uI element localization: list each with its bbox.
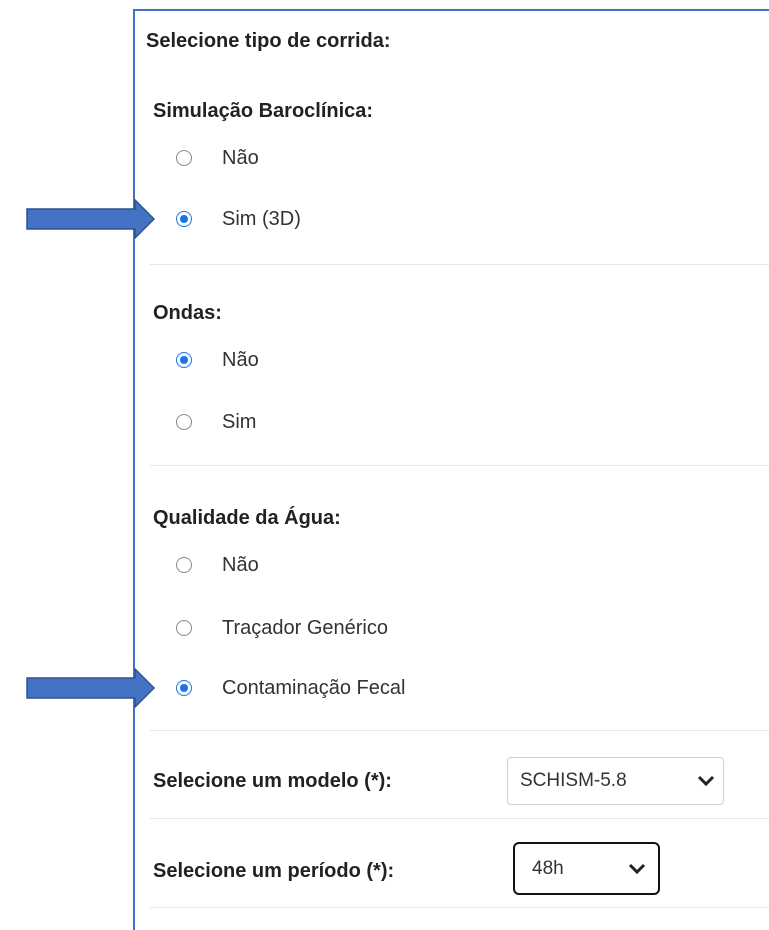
page-title: Selecione tipo de corrida: bbox=[146, 30, 391, 52]
radio-button[interactable] bbox=[176, 557, 192, 573]
divider bbox=[150, 730, 769, 731]
radio-button[interactable] bbox=[176, 620, 192, 636]
baroclinic-title: Simulação Baroclínica: bbox=[153, 100, 374, 122]
radio-label: Não bbox=[222, 554, 259, 576]
waves-title: Ondas: bbox=[153, 302, 222, 324]
divider bbox=[150, 264, 769, 265]
radio-button[interactable] bbox=[176, 211, 192, 227]
model-select[interactable]: SCHISM-5.8 bbox=[507, 757, 724, 805]
right-arrow-icon bbox=[26, 199, 156, 239]
divider bbox=[150, 907, 769, 908]
radio-button[interactable] bbox=[176, 352, 192, 368]
divider bbox=[150, 465, 769, 466]
radio-label: Sim bbox=[222, 411, 257, 433]
chevron-down-icon bbox=[628, 863, 646, 874]
radio-label: Não bbox=[222, 147, 259, 169]
period-select[interactable]: 48h bbox=[513, 842, 660, 895]
divider bbox=[150, 818, 769, 819]
model-select-value: SCHISM-5.8 bbox=[520, 770, 627, 791]
right-arrow-icon bbox=[26, 668, 156, 708]
radio-label: Contaminação Fecal bbox=[222, 677, 406, 699]
period-label: Selecione um período (*): bbox=[153, 860, 395, 882]
radio-button[interactable] bbox=[176, 150, 192, 166]
radio-button[interactable] bbox=[176, 680, 192, 696]
radio-label: Traçador Genérico bbox=[222, 617, 388, 639]
model-label: Selecione um modelo (*): bbox=[153, 770, 392, 792]
chevron-down-icon bbox=[697, 775, 715, 787]
water-quality-title: Qualidade da Água: bbox=[153, 507, 341, 529]
radio-button[interactable] bbox=[176, 414, 192, 430]
period-select-value: 48h bbox=[532, 857, 564, 879]
radio-label: Não bbox=[222, 349, 259, 371]
radio-label: Sim (3D) bbox=[222, 208, 301, 230]
